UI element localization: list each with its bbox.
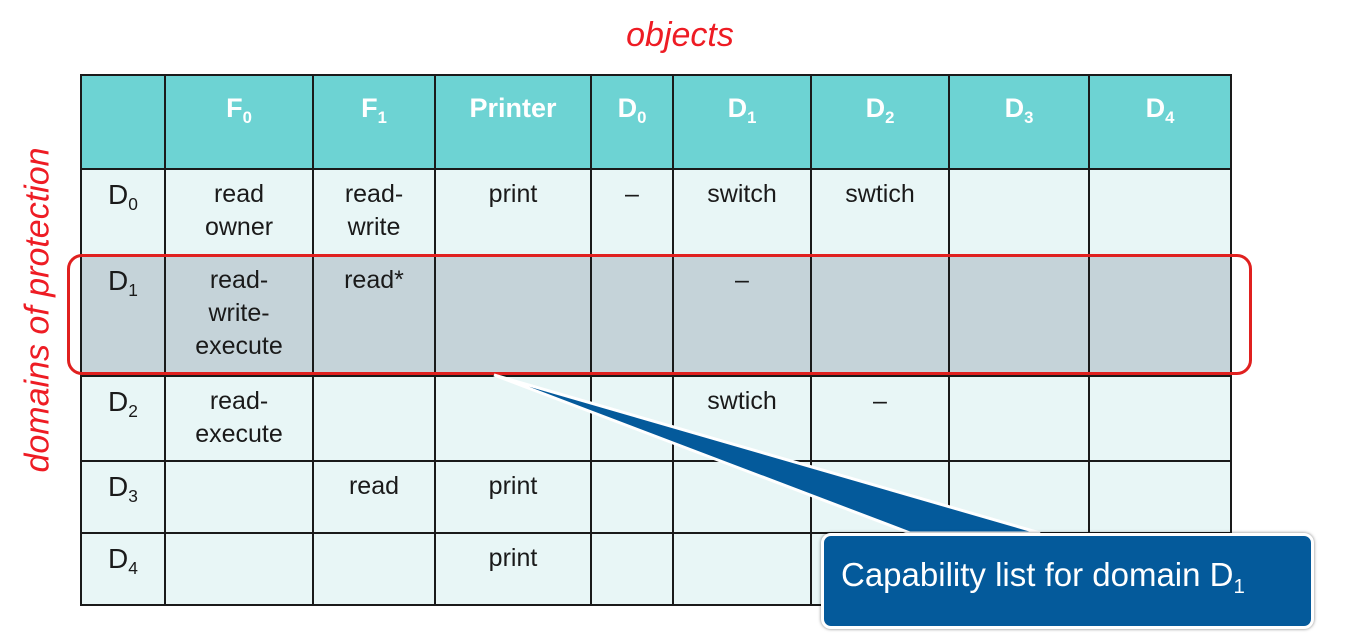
capability-callout: Capability list for domain D1 xyxy=(821,533,1314,629)
callout-text: Capability list for domain D xyxy=(841,556,1234,593)
callout-pointer-shape xyxy=(493,373,1041,535)
callout-sub: 1 xyxy=(1233,575,1245,599)
